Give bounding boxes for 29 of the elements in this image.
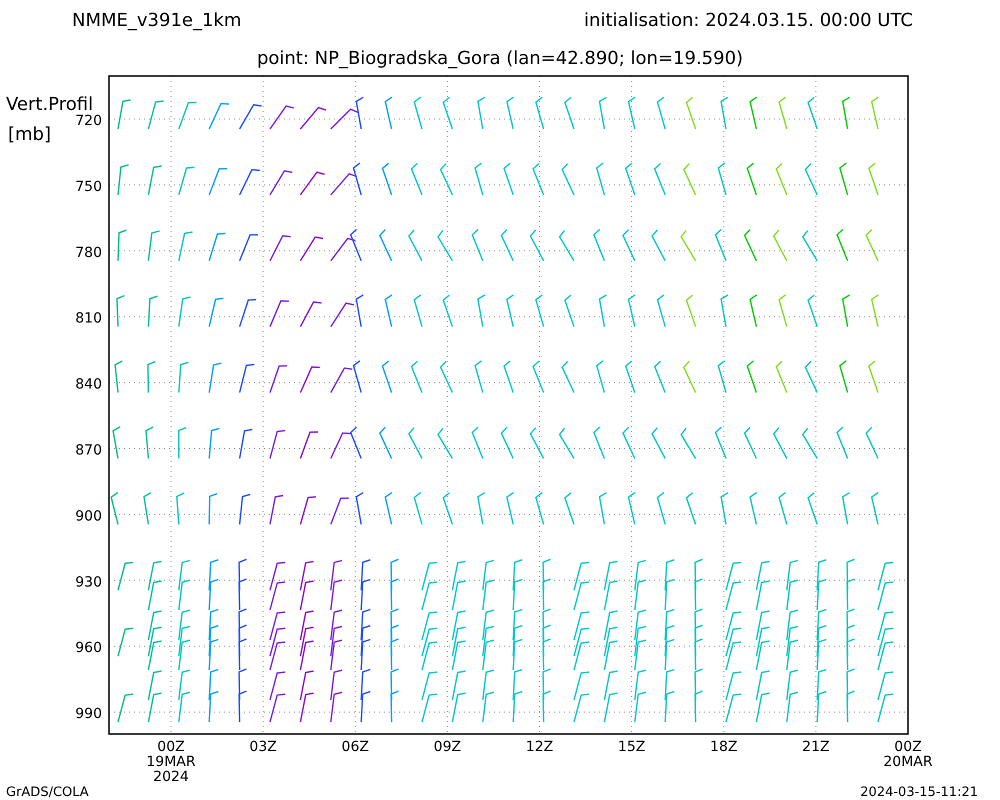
axis-label: Vert.Profil <box>6 94 94 115</box>
y-tick-label: 960 <box>75 640 102 656</box>
model-title: NMME_v391e_1km <box>72 10 242 31</box>
axis-label: [mb] <box>8 124 52 145</box>
x-tick-label: 2024 <box>153 769 189 785</box>
initialisation-title: initialisation: 2024.03.15. 00:00 UTC <box>584 10 913 31</box>
y-tick-label: 840 <box>75 376 102 393</box>
y-tick-label: 720 <box>75 113 102 129</box>
x-tick-label: 15Z <box>618 739 646 755</box>
x-tick-label: 06Z <box>342 739 369 755</box>
x-tick-label: 00Z <box>894 739 922 755</box>
y-tick-label: 930 <box>75 574 102 590</box>
x-tick-label: 19MAR <box>146 754 196 770</box>
x-tick-label: 00Z <box>157 739 185 755</box>
y-tick-label: 900 <box>75 508 102 524</box>
x-tick-label: 09Z <box>434 739 462 755</box>
credit-label: GrADS/COLA <box>6 785 89 800</box>
y-tick-label: 810 <box>75 310 102 327</box>
x-tick-label: 20MAR <box>883 754 933 770</box>
x-tick-label: 03Z <box>249 739 277 755</box>
point-title: point: NP_Biogradska_Gora (lan=42.890; lon=19.590) <box>256 48 744 69</box>
y-tick-label: 990 <box>75 706 102 722</box>
y-tick-label: 750 <box>75 178 102 195</box>
y-tick-label: 870 <box>75 442 102 458</box>
y-tick-label: 780 <box>75 244 102 261</box>
x-tick-label: 21Z <box>802 739 830 755</box>
x-tick-label: 12Z <box>526 739 554 755</box>
timestamp-label: 2024-03-15-11:21 <box>860 785 978 800</box>
x-tick-label: 18Z <box>710 739 738 755</box>
